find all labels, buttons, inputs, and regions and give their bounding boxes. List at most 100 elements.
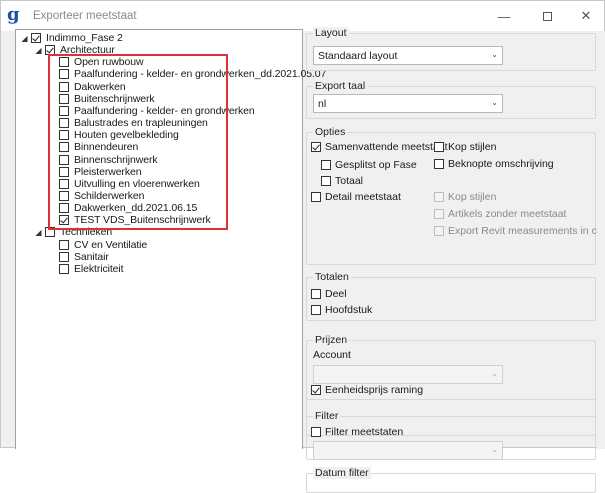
checkbox-icon bbox=[311, 289, 321, 299]
checkbox-icon[interactable] bbox=[59, 69, 69, 80]
export-taal-group-title: Export taal bbox=[313, 80, 368, 92]
tree-item[interactable]: Binnenschrijnwerk bbox=[48, 154, 158, 166]
close-icon: ✕ bbox=[580, 8, 592, 23]
checkbox-icon[interactable] bbox=[59, 154, 69, 165]
hoofdstuk-checkbox[interactable]: Hoofdstuk bbox=[311, 304, 372, 316]
tree-item[interactable]: Balustrades en trapleuningen bbox=[48, 117, 208, 129]
expand-arrow-icon[interactable]: ◢ bbox=[34, 226, 43, 238]
gesplitst-label: Gesplitst op Fase bbox=[335, 159, 417, 171]
deel-label: Deel bbox=[325, 288, 347, 300]
tree-item[interactable]: Elektriciteit bbox=[48, 263, 124, 275]
layout-group-title: Layout bbox=[313, 27, 349, 39]
checkbox-icon[interactable] bbox=[59, 142, 69, 153]
language-select[interactable]: nl ⌄ bbox=[313, 94, 503, 113]
tree-item[interactable]: Pleisterwerken bbox=[48, 166, 142, 178]
checkbox-icon[interactable] bbox=[59, 239, 69, 250]
tree-item[interactable]: Paalfundering - kelder- en grondwerken bbox=[48, 105, 255, 117]
tree-item[interactable]: Buitenschrijnwerk bbox=[48, 93, 155, 105]
export-revit-checkbox[interactable]: Export Revit measurements in color bbox=[434, 225, 605, 237]
checkbox-icon[interactable] bbox=[59, 251, 69, 262]
checkbox-icon[interactable] bbox=[59, 203, 69, 214]
gesplitst-checkbox[interactable]: Gesplitst op Fase bbox=[321, 159, 417, 171]
chevron-down-icon: ⌄ bbox=[491, 369, 498, 378]
tree-item[interactable]: Binnendeuren bbox=[48, 141, 138, 153]
minimize-button[interactable]: — bbox=[487, 1, 521, 31]
checkbox-icon[interactable] bbox=[59, 118, 69, 129]
checkbox-icon[interactable] bbox=[45, 227, 55, 238]
maximize-button[interactable] bbox=[530, 1, 564, 31]
filter-meetstaten-checkbox[interactable]: Filter meetstaten bbox=[311, 426, 403, 438]
layout-select-value: Standaard layout bbox=[318, 49, 398, 62]
artikels-checkbox[interactable]: Artikels zonder meetstaat bbox=[434, 208, 566, 220]
checkbox-icon[interactable] bbox=[59, 166, 69, 177]
checkbox-icon[interactable] bbox=[59, 190, 69, 201]
checkbox-icon[interactable] bbox=[59, 57, 69, 68]
checkbox-icon bbox=[311, 192, 321, 202]
checkbox-icon[interactable] bbox=[59, 263, 69, 274]
checkbox-icon[interactable] bbox=[59, 105, 69, 116]
totaal-checkbox[interactable]: Totaal bbox=[321, 175, 363, 187]
kop-stijlen-checkbox[interactable]: Kop stijlen bbox=[434, 141, 496, 153]
detail-checkbox[interactable]: Detail meetstaat bbox=[311, 191, 401, 203]
tree-node-root[interactable]: ◢ Indimmo_Fase 2 bbox=[20, 32, 123, 44]
close-button[interactable]: ✕ bbox=[569, 1, 603, 31]
expand-arrow-icon[interactable]: ◢ bbox=[20, 32, 29, 44]
tree-item[interactable]: Houten gevelbekleding bbox=[48, 129, 179, 141]
tree-node-technieken[interactable]: ◢ Technieken bbox=[34, 226, 112, 238]
deel-checkbox[interactable]: Deel bbox=[311, 288, 347, 300]
tree-item[interactable]: Open ruwbouw bbox=[48, 56, 144, 69]
artikels-label: Artikels zonder meetstaat bbox=[448, 208, 567, 220]
chevron-down-icon: ⌄ bbox=[491, 98, 498, 107]
layout-select[interactable]: Standaard layout ⌄ bbox=[313, 46, 503, 65]
checkbox-disabled-icon bbox=[434, 226, 444, 236]
tree-label: Sanitair bbox=[74, 250, 109, 263]
tree-label: CV en Ventilatie bbox=[74, 238, 148, 251]
tree-item[interactable]: Paalfundering - kelder- en grondwerken_d… bbox=[48, 68, 326, 80]
tree-item[interactable]: Dakwerken bbox=[48, 81, 126, 93]
samenvattende-checkbox[interactable]: Samenvattende meetstaat bbox=[311, 141, 448, 153]
checkbox-icon[interactable] bbox=[59, 178, 69, 189]
tree-label: Indimmo_Fase 2 bbox=[46, 32, 123, 44]
tree-label: Balustrades en trapleuningen bbox=[74, 117, 208, 130]
layout-group: Layout Standaard layout ⌄ bbox=[306, 27, 596, 71]
export-taal-group: Export taal nl ⌄ bbox=[306, 80, 596, 119]
checkbox-icon[interactable] bbox=[59, 93, 69, 104]
chevron-down-icon: ⌄ bbox=[491, 50, 498, 59]
filter-group-title: Filter bbox=[313, 410, 341, 422]
tree-item[interactable]: Schilderwerken bbox=[48, 190, 144, 202]
filter-select[interactable]: ⌄ bbox=[313, 441, 503, 460]
tree-item[interactable]: CV en Ventilatie bbox=[48, 239, 147, 251]
checkbox-icon[interactable] bbox=[59, 130, 69, 141]
checkbox-icon bbox=[434, 142, 444, 152]
tree-node-architectuur[interactable]: ◢ Architectuur bbox=[34, 44, 115, 56]
checkbox-checked-icon[interactable] bbox=[31, 33, 41, 43]
kop-stijlen-label: Kop stijlen bbox=[448, 141, 497, 153]
options-scrollbar[interactable] bbox=[597, 31, 605, 449]
tree-item[interactable]: Dakwerken_dd.2021.06.15 bbox=[48, 202, 197, 214]
checkbox-checked-icon[interactable] bbox=[59, 215, 69, 226]
account-select[interactable]: ⌄ bbox=[313, 365, 503, 384]
opties-group-title: Opties bbox=[313, 126, 348, 138]
export-dialog: g Exporteer meetstaat — ✕ ◢ Indimmo_Fase … bbox=[0, 0, 605, 493]
tree-label: Dakwerken_dd.2021.06.15 bbox=[74, 202, 198, 215]
tree-label: Paalfundering - kelder- en grondwerken_d… bbox=[74, 68, 327, 81]
beknopte-checkbox[interactable]: Beknopte omschrijving bbox=[434, 158, 554, 170]
tree-label: Buitenschrijnwerk bbox=[74, 92, 155, 105]
kop-stijlen-detail-checkbox[interactable]: Kop stijlen bbox=[434, 191, 496, 203]
checkbox-disabled-icon bbox=[434, 192, 444, 202]
tree-item[interactable]: TEST VDS_Buitenschrijnwerk bbox=[48, 214, 211, 226]
expand-arrow-icon[interactable]: ◢ bbox=[34, 44, 43, 56]
tree-item[interactable]: Sanitair bbox=[48, 251, 109, 263]
tree-label: TEST VDS_Buitenschrijnwerk bbox=[74, 214, 211, 227]
tree-item[interactable]: Uitvulling en vloerenwerken bbox=[48, 178, 200, 190]
checkbox-icon[interactable] bbox=[59, 81, 69, 92]
checkbox-icon bbox=[311, 305, 321, 315]
tree-label: Open ruwbouw bbox=[74, 56, 144, 69]
tree-label: Paalfundering - kelder- en grondwerken bbox=[74, 104, 255, 117]
checkbox-checked-icon[interactable] bbox=[45, 45, 55, 56]
